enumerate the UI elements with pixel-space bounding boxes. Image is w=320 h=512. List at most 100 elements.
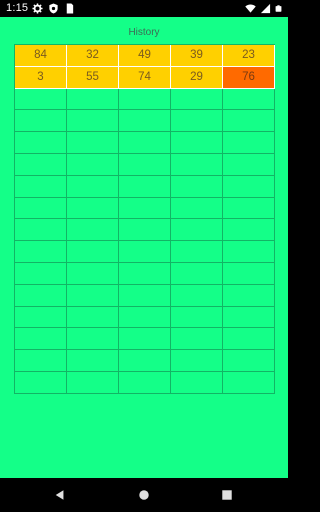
history-cell: 23 xyxy=(223,45,275,67)
history-cell xyxy=(67,371,119,394)
history-cell: 39 xyxy=(171,45,223,67)
history-cell xyxy=(67,110,119,133)
history-cell xyxy=(119,284,171,307)
history-cell xyxy=(223,371,275,394)
navigation-bar xyxy=(0,478,288,512)
history-cell xyxy=(171,88,223,111)
history-cell xyxy=(223,241,275,263)
history-cell xyxy=(171,153,223,176)
home-button[interactable] xyxy=(137,488,151,502)
recents-button[interactable] xyxy=(220,488,234,502)
history-cell xyxy=(171,132,223,154)
history-cell: 55 xyxy=(67,66,119,89)
history-cell xyxy=(67,175,119,198)
history-cell xyxy=(15,262,67,285)
history-cell xyxy=(119,241,171,263)
history-cell: 29 xyxy=(171,66,223,89)
history-cell xyxy=(119,350,171,372)
history-cell xyxy=(171,328,223,351)
history-cell xyxy=(119,110,171,133)
home-icon xyxy=(139,490,149,500)
gear-icon xyxy=(32,3,43,14)
history-cell xyxy=(119,197,171,220)
history-cell xyxy=(119,262,171,285)
history-cell xyxy=(15,110,67,133)
history-cell xyxy=(223,153,275,176)
history-cell: 3 xyxy=(15,66,67,89)
history-cell xyxy=(67,350,119,372)
history-cell xyxy=(67,306,119,329)
history-cell xyxy=(223,88,275,111)
history-cell xyxy=(223,110,275,133)
history-cell: 49 xyxy=(119,45,171,67)
signal-icon xyxy=(260,3,271,14)
history-cell xyxy=(223,175,275,198)
history-cell xyxy=(119,132,171,154)
history-cell xyxy=(171,219,223,242)
wifi-icon xyxy=(245,4,256,13)
history-cell xyxy=(171,110,223,133)
history-cell xyxy=(119,328,171,351)
history-cell xyxy=(15,328,67,351)
history-screen: History 84 32 49 39 23 3 55 74 29 76 xyxy=(0,17,288,478)
history-cell xyxy=(171,371,223,394)
history-cell xyxy=(67,241,119,263)
history-cell xyxy=(15,132,67,154)
history-cell xyxy=(119,219,171,242)
history-cell xyxy=(171,284,223,307)
history-cell: 32 xyxy=(67,45,119,67)
history-cell xyxy=(223,197,275,220)
history-grid: 84 32 49 39 23 3 55 74 29 76 xyxy=(14,44,275,394)
history-cell xyxy=(67,219,119,242)
history-cell: 76 xyxy=(223,66,275,89)
history-cell xyxy=(119,88,171,111)
history-cell xyxy=(171,241,223,263)
back-icon xyxy=(55,490,64,500)
status-time: 1:15 xyxy=(6,2,29,14)
history-cell xyxy=(67,132,119,154)
history-cell xyxy=(15,197,67,220)
history-cell xyxy=(15,284,67,307)
battery-icon xyxy=(275,5,282,12)
page-title: History xyxy=(128,27,160,38)
history-cell xyxy=(15,371,67,394)
history-cell xyxy=(67,328,119,351)
history-cell xyxy=(171,175,223,198)
history-cell: 84 xyxy=(15,45,67,67)
history-cell xyxy=(171,197,223,220)
history-cell xyxy=(171,350,223,372)
sim-card-icon xyxy=(66,3,74,14)
history-cell xyxy=(223,328,275,351)
history-cell xyxy=(67,153,119,176)
history-cell xyxy=(223,306,275,329)
status-icons-right xyxy=(245,3,282,14)
history-cell xyxy=(15,306,67,329)
history-cell xyxy=(119,153,171,176)
history-cell xyxy=(67,284,119,307)
history-cell xyxy=(67,197,119,220)
history-cell: 74 xyxy=(119,66,171,89)
history-cell xyxy=(67,88,119,111)
history-cell xyxy=(15,88,67,111)
history-cell xyxy=(223,262,275,285)
history-cell xyxy=(15,175,67,198)
history-cell xyxy=(171,262,223,285)
history-cell xyxy=(223,132,275,154)
history-cell xyxy=(15,219,67,242)
status-icons-left xyxy=(32,3,75,14)
history-cell xyxy=(119,175,171,198)
history-cell xyxy=(119,306,171,329)
recents-icon xyxy=(222,490,232,500)
history-cell xyxy=(119,371,171,394)
history-cell xyxy=(171,306,223,329)
history-cell xyxy=(223,219,275,242)
history-cell xyxy=(223,350,275,372)
back-button[interactable] xyxy=(53,488,67,502)
history-cell xyxy=(67,262,119,285)
history-cell xyxy=(223,284,275,307)
history-cell xyxy=(15,153,67,176)
shield-icon xyxy=(49,3,58,14)
history-cell xyxy=(15,241,67,263)
history-cell xyxy=(15,350,67,372)
status-bar: 1:15 xyxy=(0,0,288,17)
